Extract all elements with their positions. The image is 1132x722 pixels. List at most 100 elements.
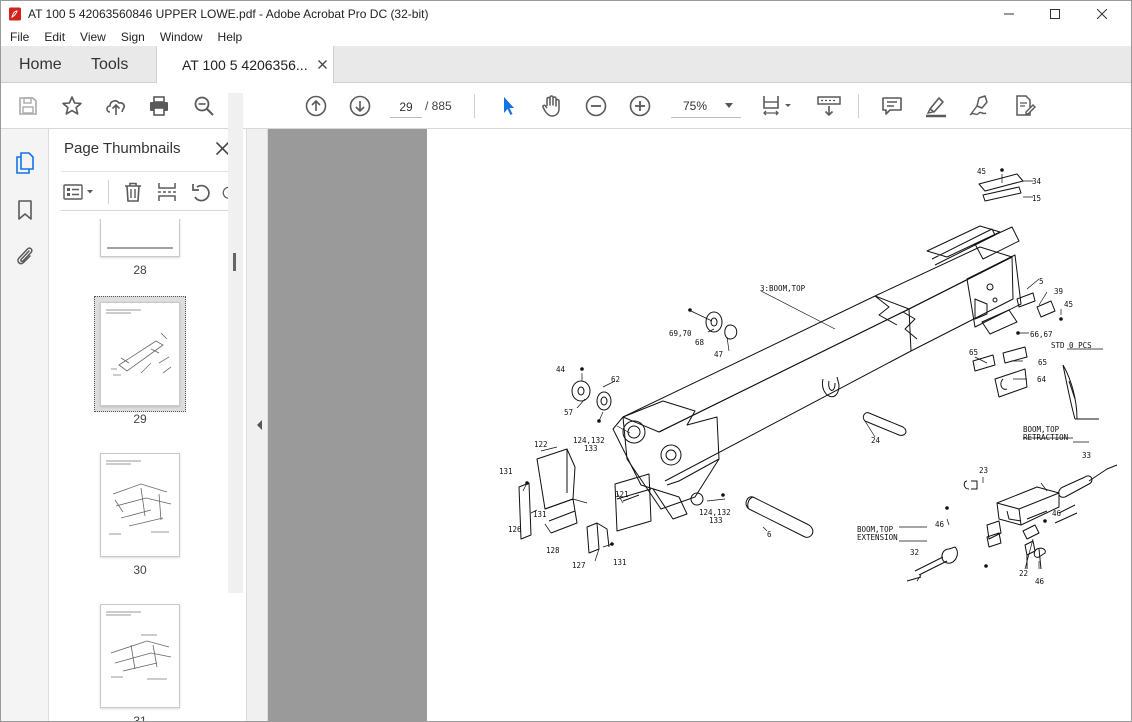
page-count: / 885 bbox=[425, 99, 452, 113]
tab-home[interactable]: Home bbox=[19, 46, 62, 83]
callout-24: 24 bbox=[871, 436, 881, 445]
edit-pdf-button[interactable] bbox=[1009, 91, 1039, 121]
hand-tool-button[interactable] bbox=[537, 91, 567, 121]
page-up-icon bbox=[305, 95, 327, 117]
callout-23: 23 bbox=[979, 466, 988, 475]
rotate-left-icon bbox=[192, 184, 210, 202]
share-button[interactable] bbox=[101, 91, 131, 121]
page-thumbnails-rail-button[interactable] bbox=[12, 150, 38, 176]
menu-view[interactable]: View bbox=[80, 30, 106, 44]
thumbnail-scrollbar-thumb[interactable] bbox=[233, 253, 236, 271]
page-number-input[interactable] bbox=[390, 94, 422, 118]
save-button[interactable] bbox=[13, 91, 43, 121]
comment-icon bbox=[882, 97, 902, 115]
page-thumbnail-29[interactable] bbox=[100, 302, 180, 406]
label-extension-2: EXTENSION bbox=[857, 533, 898, 542]
print-button[interactable] bbox=[144, 91, 174, 121]
callout-122: 122 bbox=[534, 440, 548, 449]
minimize-button[interactable] bbox=[986, 1, 1032, 26]
zoom-search-icon bbox=[194, 96, 214, 116]
callout-133: 133 bbox=[584, 444, 598, 453]
thumbnail-preview bbox=[106, 309, 172, 376]
panel-title: Page Thumbnails bbox=[64, 140, 181, 157]
callout-68: 68 bbox=[695, 338, 705, 347]
zoom-out-icon bbox=[585, 95, 607, 117]
page-down-icon bbox=[349, 95, 371, 117]
menu-window[interactable]: Window bbox=[160, 30, 203, 44]
save-icon bbox=[19, 97, 37, 115]
select-tool-button[interactable] bbox=[493, 91, 523, 121]
callout-65: 65 bbox=[969, 348, 978, 357]
label-std-pcs: STD 0 PCS bbox=[1051, 341, 1092, 350]
paperclip-icon bbox=[17, 247, 33, 265]
close-window-button[interactable] bbox=[1079, 1, 1125, 26]
hand-icon bbox=[542, 95, 560, 117]
callout-62: 62 bbox=[611, 375, 620, 384]
next-page-button[interactable] bbox=[345, 91, 375, 121]
thumbnail-preview bbox=[106, 611, 172, 680]
close-tab-icon[interactable] bbox=[318, 60, 327, 69]
pdf-page[interactable]: 3:BOOM,TOP STD 0 PCS BOOM,TOP RETRACTION… bbox=[427, 129, 1131, 721]
callout-15: 15 bbox=[1032, 194, 1041, 203]
page-thumbnail-28[interactable] bbox=[100, 219, 180, 257]
zoom-in-icon bbox=[629, 95, 651, 117]
menu-bar: File Edit View Sign Window Help bbox=[1, 26, 1131, 47]
left-navigation-rail bbox=[1, 129, 49, 721]
attachments-rail-button[interactable] bbox=[12, 243, 38, 269]
thumbnail-list[interactable]: 28 29 30 31 bbox=[61, 219, 229, 722]
delete-pages-button[interactable] bbox=[121, 180, 145, 204]
thumbnail-scrollbar[interactable] bbox=[228, 93, 243, 593]
menu-sign[interactable]: Sign bbox=[121, 30, 145, 44]
pages-icon bbox=[16, 152, 34, 174]
zoom-value: 75% bbox=[683, 99, 708, 113]
previous-page-button[interactable] bbox=[301, 91, 331, 121]
callout-39: 39 bbox=[1054, 287, 1063, 296]
thumbnail-label: 30 bbox=[133, 563, 147, 577]
callout-46: 46 bbox=[1052, 509, 1062, 518]
highlight-icon bbox=[926, 97, 946, 118]
find-button[interactable] bbox=[189, 91, 219, 121]
callout-69-70: 69,70 bbox=[669, 329, 692, 338]
scroll-mode-icon bbox=[817, 96, 841, 117]
menu-file[interactable]: File bbox=[10, 30, 29, 44]
panel-toolbar bbox=[61, 171, 236, 211]
collapse-panel-arrow-icon[interactable] bbox=[255, 419, 265, 431]
thumbnail-options-button[interactable] bbox=[63, 180, 97, 204]
maximize-button[interactable] bbox=[1032, 1, 1078, 26]
callout-131: 131 bbox=[499, 467, 513, 476]
scroll-mode-button[interactable] bbox=[813, 91, 845, 121]
page-thumbnails-panel: Page Thumbnails 28 29 30 31 bbox=[49, 129, 246, 722]
tab-tools[interactable]: Tools bbox=[91, 46, 128, 83]
sign-button[interactable] bbox=[965, 91, 995, 121]
callout-47: 47 bbox=[714, 350, 723, 359]
zoom-select[interactable]: 75% bbox=[671, 94, 741, 118]
callout-126: 126 bbox=[508, 525, 522, 534]
trash-icon bbox=[125, 182, 141, 202]
callout-45: 45 bbox=[977, 167, 986, 176]
parts-diagram: 3:BOOM,TOP STD 0 PCS BOOM,TOP RETRACTION… bbox=[499, 167, 1118, 586]
fit-page-button[interactable] bbox=[759, 91, 795, 121]
menu-edit[interactable]: Edit bbox=[44, 30, 65, 44]
thumbnail-label: 28 bbox=[133, 263, 147, 277]
bookmarks-rail-button[interactable] bbox=[12, 197, 38, 223]
page-thumbnail-30[interactable] bbox=[100, 453, 180, 557]
callout-45: 45 bbox=[1064, 300, 1073, 309]
zoom-out-button[interactable] bbox=[581, 91, 611, 121]
rotate-counterclockwise-button[interactable] bbox=[189, 180, 213, 204]
minimize-icon bbox=[1004, 13, 1014, 14]
callout-64: 64 bbox=[1037, 375, 1047, 384]
callout-133: 133 bbox=[709, 516, 723, 525]
tab-bar: Home Tools AT 100 5 4206356... bbox=[1, 46, 1131, 83]
page-thumbnail-31[interactable] bbox=[100, 604, 180, 708]
highlight-button[interactable] bbox=[921, 91, 951, 121]
bookmark-star-button[interactable] bbox=[57, 91, 87, 121]
callout-121: 121 bbox=[615, 490, 629, 499]
menu-help[interactable]: Help bbox=[218, 30, 243, 44]
callout-46: 46 bbox=[935, 520, 945, 529]
thumbnail-label: 31 bbox=[133, 714, 147, 722]
insert-pages-button[interactable] bbox=[155, 180, 179, 204]
zoom-in-button[interactable] bbox=[625, 91, 655, 121]
comment-button[interactable] bbox=[877, 91, 907, 121]
tab-document[interactable]: AT 100 5 4206356... bbox=[156, 46, 334, 83]
bookmark-icon bbox=[18, 200, 32, 220]
